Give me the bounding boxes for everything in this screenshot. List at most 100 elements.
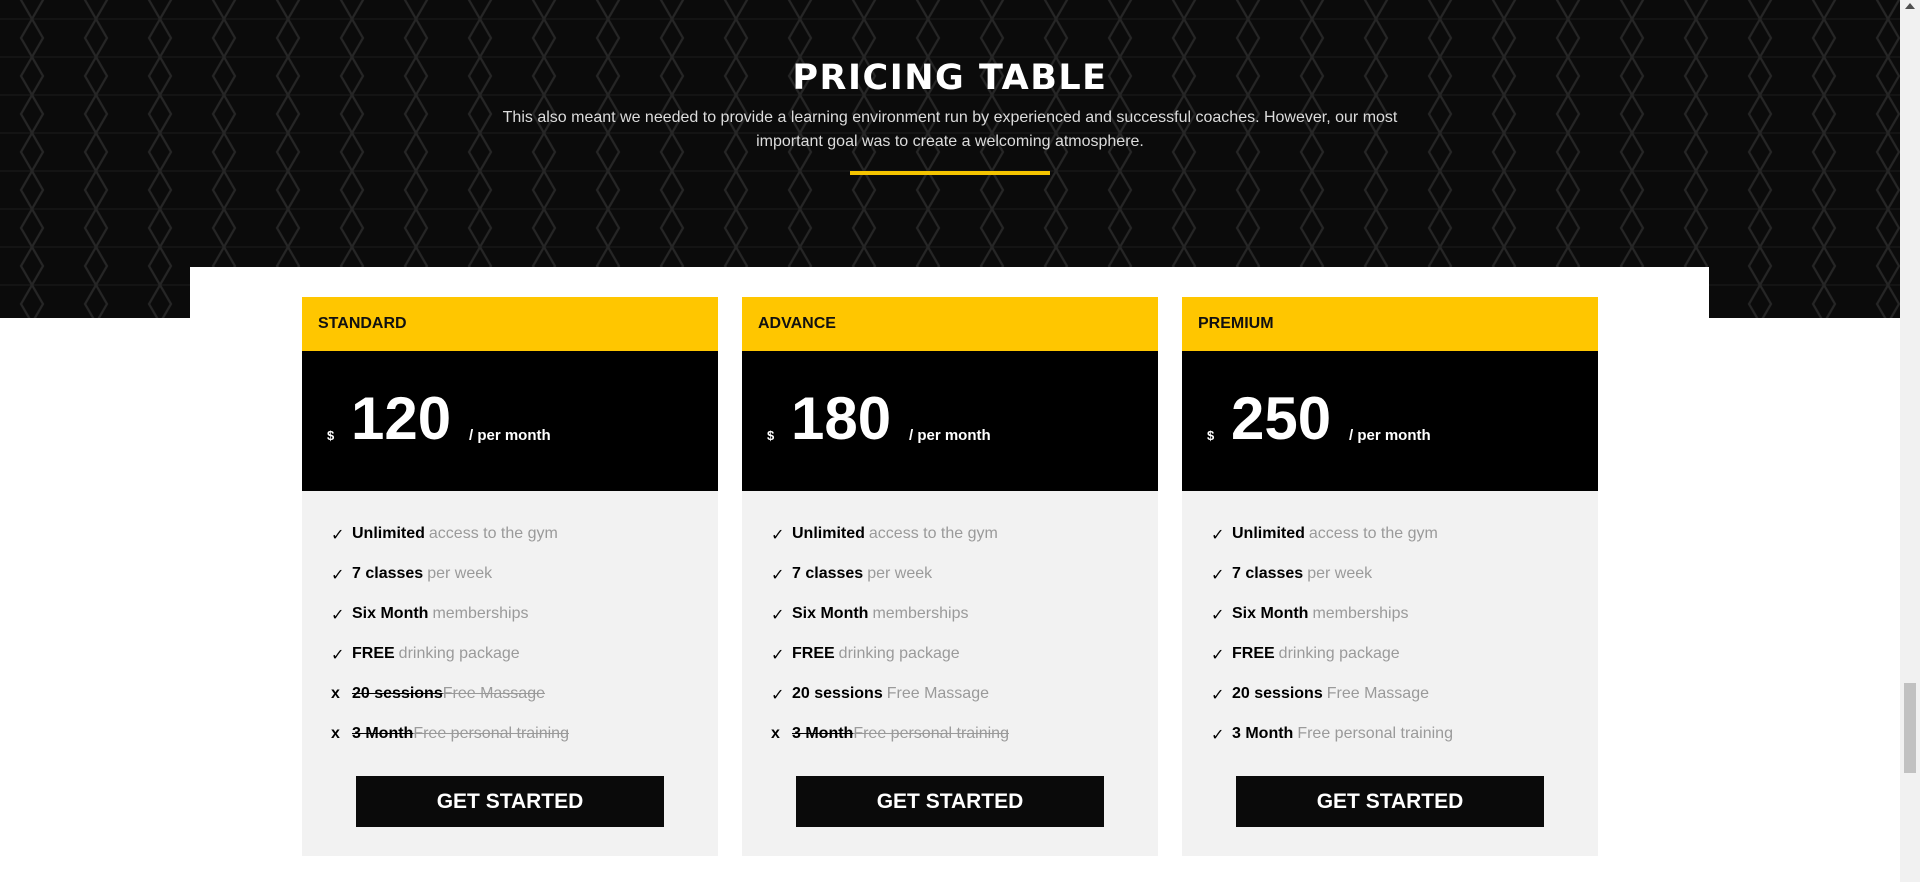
feature-item: ✓ 3 Month Free personal training (1211, 725, 1453, 765)
feature-item: ✓ Six Month memberships (1211, 605, 1453, 645)
feature-text: access to the gym (428, 525, 558, 542)
feature-highlight: Six Month (792, 605, 869, 622)
get-started-button[interactable]: GET STARTED (356, 776, 664, 827)
feature-highlight: 7 classes (352, 565, 424, 582)
feature-text: memberships (872, 605, 969, 622)
feature-text: Free personal training (853, 725, 1009, 742)
check-icon: ✓ (1211, 647, 1225, 664)
check-icon: ✓ (1211, 727, 1225, 744)
check-icon: ✓ (331, 607, 345, 624)
feature-highlight: FREE (352, 645, 395, 662)
feature-list: ✓ Unlimited access to the gym ✓ 7 classes pe… (771, 525, 1009, 765)
cross-icon: x (331, 685, 340, 702)
price-block: $ 250 / per month (1182, 351, 1598, 491)
feature-text: Free Massage (1326, 685, 1429, 702)
feature-list: ✓ Unlimited access to the gym ✓ 7 classes pe… (1211, 525, 1453, 765)
feature-item-excluded: x 3 Month Free personal training (331, 725, 569, 765)
feature-highlight: 3 Month (352, 725, 414, 742)
feature-item: ✓ 7 classes per week (771, 565, 1009, 605)
plan-name: STANDARD (302, 297, 718, 351)
feature-item-excluded: x 20 sessions Free Massage (331, 685, 569, 725)
feature-highlight: Six Month (1232, 605, 1309, 622)
feature-list: ✓ Unlimited access to the gym ✓ 7 classes pe… (331, 525, 569, 765)
check-icon: ✓ (771, 567, 785, 584)
feature-text: memberships (1312, 605, 1409, 622)
feature-item: ✓ 20 sessions Free Massage (1211, 685, 1453, 725)
feature-highlight: 20 sessions (352, 685, 443, 702)
feature-text: per week (867, 565, 933, 582)
feature-highlight: 7 classes (1232, 565, 1304, 582)
feature-text: access to the gym (868, 525, 998, 542)
feature-text: drinking package (398, 645, 520, 662)
feature-text: Free personal training (413, 725, 569, 742)
feature-text: drinking package (838, 645, 960, 662)
feature-text: drinking package (1278, 645, 1400, 662)
check-icon: ✓ (771, 527, 785, 544)
price-block: $ 120 / per month (302, 351, 718, 491)
feature-highlight: Unlimited (352, 525, 425, 542)
pricing-card-standard: STANDARD $ 120 / per month ✓ Unlimited acc… (302, 297, 718, 856)
feature-highlight: Unlimited (792, 525, 865, 542)
currency-symbol: $ (1207, 428, 1215, 443)
feature-text: Free Massage (442, 685, 545, 702)
price-amount: 180 (791, 385, 892, 452)
feature-item: ✓ Unlimited access to the gym (771, 525, 1009, 565)
check-icon: ✓ (331, 647, 345, 664)
scroll-up-arrow-icon[interactable] (1905, 3, 1915, 9)
get-started-button[interactable]: GET STARTED (796, 776, 1104, 827)
feature-highlight: Six Month (352, 605, 429, 622)
check-icon: ✓ (1211, 567, 1225, 584)
scrollbar-thumb[interactable] (1904, 683, 1916, 773)
feature-item-excluded: x 3 Month Free personal training (771, 725, 1009, 765)
check-icon: ✓ (1211, 607, 1225, 624)
feature-highlight: 7 classes (792, 565, 864, 582)
feature-item: ✓ Six Month memberships (771, 605, 1009, 645)
price-period: / per month (1349, 427, 1431, 444)
pricing-card-advance: ADVANCE $ 180 / per month ✓ Unlimited acce… (742, 297, 1158, 856)
pricing-card-premium: PREMIUM $ 250 / per month ✓ Unlimited acce… (1182, 297, 1598, 856)
feature-highlight: FREE (1232, 645, 1275, 662)
feature-highlight: 3 Month (792, 725, 854, 742)
check-icon: ✓ (331, 567, 345, 584)
cross-icon: x (771, 725, 780, 742)
title-underline (850, 171, 1050, 175)
check-icon: ✓ (771, 687, 785, 704)
feature-text: per week (1307, 565, 1373, 582)
feature-item: ✓ Unlimited access to the gym (331, 525, 569, 565)
cross-icon: x (331, 725, 340, 742)
price-block: $ 180 / per month (742, 351, 1158, 491)
feature-highlight: 3 Month (1232, 725, 1294, 742)
feature-highlight: FREE (792, 645, 835, 662)
price-period: / per month (469, 427, 551, 444)
plan-name: ADVANCE (742, 297, 1158, 351)
check-icon: ✓ (1211, 687, 1225, 704)
currency-symbol: $ (327, 428, 335, 443)
feature-item: ✓ 7 classes per week (1211, 565, 1453, 605)
feature-item: ✓ 7 classes per week (331, 565, 569, 605)
check-icon: ✓ (331, 527, 345, 544)
get-started-button[interactable]: GET STARTED (1236, 776, 1544, 827)
check-icon: ✓ (771, 647, 785, 664)
currency-symbol: $ (767, 428, 775, 443)
feature-item: ✓ Unlimited access to the gym (1211, 525, 1453, 565)
page-title: PRICING TABLE (792, 58, 1108, 98)
feature-item: ✓ FREE drinking package (1211, 645, 1453, 685)
hero-description: This also meant we needed to provide a l… (502, 109, 1398, 150)
price-amount: 250 (1231, 385, 1332, 452)
feature-text: memberships (432, 605, 529, 622)
price-amount: 120 (351, 385, 452, 452)
feature-text: Free personal training (1297, 725, 1453, 742)
feature-item: ✓ 20 sessions Free Massage (771, 685, 1009, 725)
feature-text: per week (427, 565, 493, 582)
feature-item: ✓ FREE drinking package (771, 645, 1009, 685)
feature-text: access to the gym (1308, 525, 1438, 542)
feature-text: Free Massage (886, 685, 989, 702)
plan-name: PREMIUM (1182, 297, 1598, 351)
feature-item: ✓ FREE drinking package (331, 645, 569, 685)
feature-highlight: Unlimited (1232, 525, 1305, 542)
feature-highlight: 20 sessions (792, 685, 883, 702)
feature-item: ✓ Six Month memberships (331, 605, 569, 645)
price-period: / per month (909, 427, 991, 444)
check-icon: ✓ (1211, 527, 1225, 544)
check-icon: ✓ (771, 607, 785, 624)
